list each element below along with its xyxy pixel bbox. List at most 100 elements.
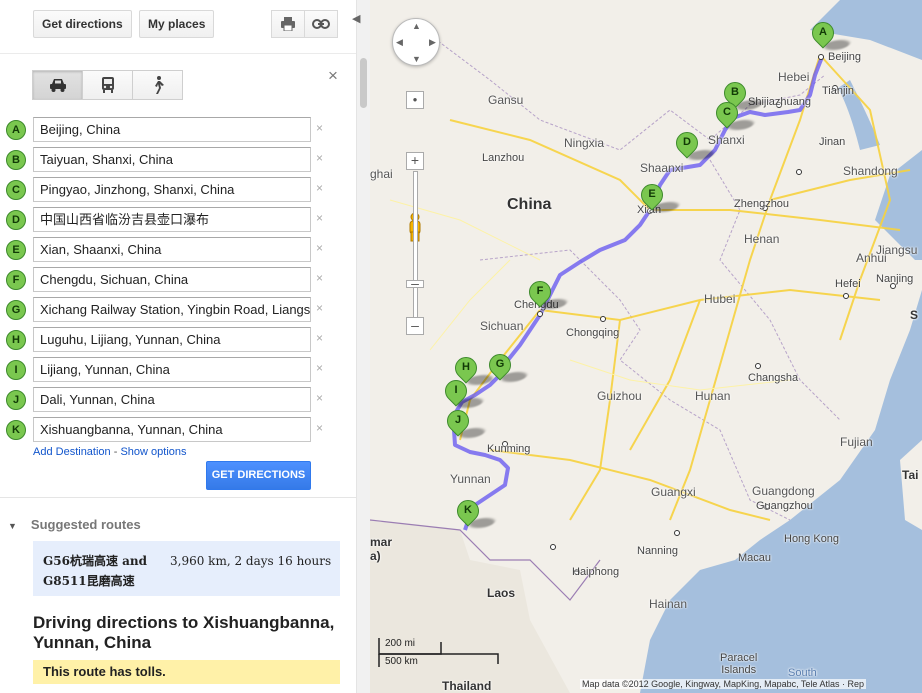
my-places-button[interactable]: My places	[139, 10, 215, 38]
waypoint-input[interactable]: Lijiang, Yunnan, China	[33, 357, 311, 382]
panel-scrollbar[interactable]	[356, 0, 370, 693]
waypoint-input[interactable]: Xian, Shaanxi, China	[33, 237, 311, 262]
map-marker-pin[interactable]: K	[452, 495, 499, 534]
zoom-in-button[interactable]: +	[406, 152, 424, 170]
show-options-link[interactable]: Show options	[120, 446, 186, 458]
link-button[interactable]	[304, 10, 338, 38]
label-china: China	[507, 196, 552, 213]
route-name: G56杭瑞高速 and G8511昆磨高速	[43, 554, 148, 588]
waypoint-row: B Taiyuan, Shanxi, China ×	[6, 147, 336, 173]
waypoint-row: J Dali, Yunnan, China ×	[6, 387, 336, 413]
section-divider	[0, 497, 356, 498]
pan-right-icon[interactable]: ▶	[429, 37, 436, 48]
waypoint-input[interactable]: Xichang Railway Station, Yingbin Road, L…	[33, 297, 311, 322]
waypoint-input[interactable]: Dali, Yunnan, China	[33, 387, 311, 412]
waypoint-marker-icon[interactable]: C	[6, 180, 26, 200]
close-directions-icon[interactable]: ×	[328, 66, 338, 86]
label-zhengzhou: Zhengzhou	[734, 198, 790, 210]
label-south-china-sea: South	[788, 667, 817, 679]
label-ningxia: Ningxia	[564, 136, 605, 150]
suggested-route-option[interactable]: G56杭瑞高速 and G8511昆磨高速 3,960 km, 2 days 1…	[33, 541, 340, 596]
map-marker-pin[interactable]: J	[442, 405, 489, 444]
remove-waypoint-icon[interactable]: ×	[316, 271, 323, 285]
remove-waypoint-icon[interactable]: ×	[316, 241, 323, 255]
map-marker-pin[interactable]: D	[671, 127, 718, 166]
remove-waypoint-icon[interactable]: ×	[316, 421, 323, 435]
label-myanmar: mar a)	[370, 535, 393, 563]
collapse-panel-icon[interactable]: ◀	[352, 12, 364, 32]
tolls-notice: This route has tolls.	[33, 660, 340, 684]
collapse-triangle-icon: ▼	[8, 521, 17, 531]
mode-transit-button[interactable]	[82, 70, 133, 100]
label-yunnan: Yunnan	[450, 472, 491, 486]
map-scale: 200 mi 500 km	[378, 638, 503, 670]
suggested-routes-header[interactable]: ▼ Suggested routes	[8, 517, 141, 532]
label-thailand: Thailand	[442, 679, 492, 693]
waypoint-marker-icon[interactable]: A	[6, 120, 26, 140]
waypoint-input[interactable]: Xishuangbanna, Yunnan, China	[33, 417, 311, 442]
map-marker-pin[interactable]: C	[711, 97, 758, 136]
suggested-routes-label: Suggested routes	[30, 517, 141, 532]
map-copyright: Map data ©2012 Google, Kingway, MapKing,…	[580, 679, 866, 689]
scrollbar-thumb[interactable]	[360, 58, 367, 108]
waypoint-marker-icon[interactable]: H	[6, 330, 26, 350]
label-sichuan: Sichuan	[480, 319, 524, 333]
waypoint-marker-icon[interactable]: F	[6, 270, 26, 290]
get-directions-tab-button[interactable]: Get directions	[33, 10, 132, 38]
mode-driving-button[interactable]	[32, 70, 83, 100]
waypoint-input[interactable]: Beijing, China	[33, 117, 311, 142]
pan-control[interactable]: ▲ ▼ ◀ ▶	[392, 18, 440, 66]
remove-waypoint-icon[interactable]: ×	[316, 361, 323, 375]
map-marker-letter: C	[723, 106, 731, 118]
map-marker-letter: F	[536, 285, 544, 297]
map-marker-letter: K	[464, 504, 472, 516]
remove-waypoint-icon[interactable]: ×	[316, 301, 323, 315]
zoom-slider-handle[interactable]: –	[406, 276, 424, 290]
map-marker-pin[interactable]: G	[484, 349, 531, 388]
pan-up-icon[interactable]: ▲	[412, 21, 421, 31]
waypoint-marker-icon[interactable]: B	[6, 150, 26, 170]
zoom-out-button[interactable]: –	[406, 317, 424, 335]
remove-waypoint-icon[interactable]: ×	[316, 211, 323, 225]
waypoint-input[interactable]: Taiyuan, Shanxi, China	[33, 147, 311, 172]
label-gansu: Gansu	[488, 93, 524, 107]
waypoint-input[interactable]: Pingyao, Jinzhong, Shanxi, China	[33, 177, 311, 202]
label-hongkong: Hong Kong	[784, 533, 840, 545]
waypoint-input[interactable]: Chengdu, Sichuan, China	[33, 267, 311, 292]
remove-waypoint-icon[interactable]: ×	[316, 151, 323, 165]
label-hainan: Hainan	[649, 597, 688, 611]
waypoint-marker-icon[interactable]: G	[6, 300, 26, 320]
pan-down-icon[interactable]: ▼	[412, 54, 421, 64]
get-directions-button[interactable]: GET DIRECTIONS	[206, 461, 311, 490]
print-button[interactable]	[271, 10, 305, 38]
remove-waypoint-icon[interactable]: ×	[316, 331, 323, 345]
waypoint-marker-icon[interactable]: J	[6, 390, 26, 410]
waypoint-input[interactable]: 中国山西省临汾吉县壶口瀑布	[33, 207, 311, 232]
waypoint-marker-icon[interactable]: D	[6, 210, 26, 230]
map-marker-letter: I	[454, 384, 458, 396]
map-view[interactable]: Beijing Hebei Tianjin Shijiazhuang Shanx…	[370, 0, 922, 693]
remove-waypoint-icon[interactable]: ×	[316, 181, 323, 195]
waypoint-marker-icon[interactable]: E	[6, 240, 26, 260]
pan-left-icon[interactable]: ◀	[396, 37, 403, 48]
map-marker-pin[interactable]: A	[807, 17, 854, 56]
waypoint-input[interactable]: Luguhu, Lijiang, Yunnan, China	[33, 327, 311, 352]
scale-miles-label: 200 mi	[385, 638, 416, 649]
waypoint-marker-icon[interactable]: I	[6, 360, 26, 380]
remove-waypoint-icon[interactable]: ×	[316, 391, 323, 405]
location-dot-icon[interactable]: ●	[406, 91, 424, 109]
label-guangdong: Guangdong	[752, 484, 815, 498]
map-marker-pin[interactable]: E	[636, 179, 683, 218]
add-destination-link[interactable]: Add Destination	[33, 446, 111, 458]
label-changsha: Changsha	[748, 372, 799, 384]
map-marker-letter: A	[819, 26, 827, 38]
waypoint-marker-icon[interactable]: K	[6, 420, 26, 440]
remove-waypoint-icon[interactable]: ×	[316, 121, 323, 135]
mode-walking-button[interactable]	[132, 70, 183, 100]
travel-mode-selector	[32, 70, 183, 100]
label-anhui: Anhui	[856, 251, 887, 265]
waypoint-row: I Lijiang, Yunnan, China ×	[6, 357, 336, 383]
map-marker-pin[interactable]: F	[524, 276, 571, 315]
map-marker-letter: D	[683, 136, 691, 148]
zoom-slider[interactable]	[413, 171, 418, 331]
